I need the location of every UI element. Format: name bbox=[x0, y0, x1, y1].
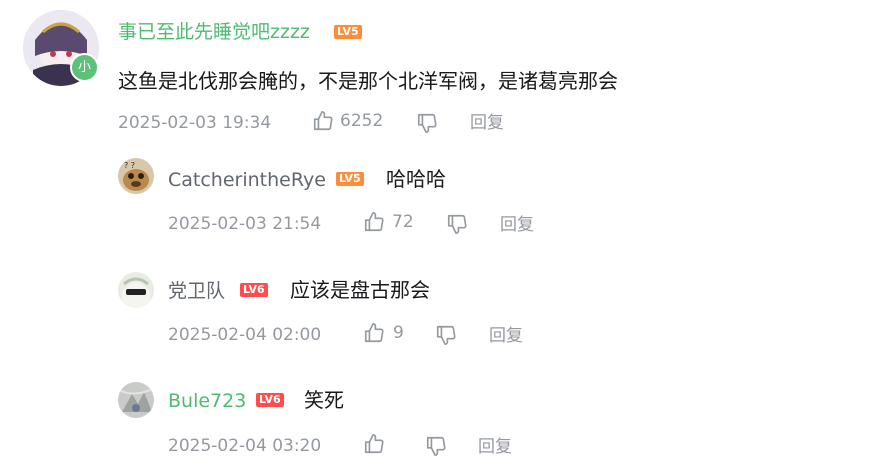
thumbs-up-icon[interactable] bbox=[363, 211, 385, 233]
avatar[interactable]: ? ? bbox=[118, 158, 154, 194]
thumbs-down-icon[interactable] bbox=[416, 112, 438, 134]
reply-content: 应该是盘古那会 bbox=[290, 278, 430, 302]
avatar[interactable] bbox=[118, 272, 154, 308]
avatar[interactable] bbox=[118, 382, 154, 418]
username[interactable]: 党卫队 bbox=[168, 279, 225, 303]
username[interactable]: Bule723 bbox=[168, 389, 246, 413]
comment-time: 2025-02-04 02:00 bbox=[168, 325, 322, 345]
reply-content: 笑死 bbox=[304, 388, 344, 412]
thumbs-down-icon[interactable] bbox=[446, 213, 468, 235]
reply-content: 哈哈哈 bbox=[386, 167, 446, 191]
vip-badge-text: 小 bbox=[77, 60, 91, 75]
reply-button[interactable]: 回复 bbox=[500, 214, 534, 236]
comment-time: 2025-02-04 03:20 bbox=[168, 436, 322, 456]
thumbs-up-icon[interactable] bbox=[363, 433, 385, 455]
thumbs-up-icon[interactable] bbox=[312, 110, 334, 132]
username[interactable]: CatcherintheRye bbox=[168, 168, 326, 192]
like-count: 72 bbox=[392, 212, 414, 232]
like-count: 9 bbox=[393, 323, 404, 343]
thumbs-down-icon[interactable] bbox=[425, 435, 447, 457]
level-badge: LV5 bbox=[336, 172, 364, 186]
reply-button[interactable]: 回复 bbox=[470, 112, 504, 134]
thumbs-up-icon[interactable] bbox=[363, 322, 385, 344]
level-badge: LV6 bbox=[256, 393, 284, 407]
thumbs-down-icon[interactable] bbox=[435, 324, 457, 346]
svg-text:? ?: ? ? bbox=[124, 161, 135, 170]
username[interactable]: 事已至此先睡觉吧zzzz bbox=[118, 20, 310, 44]
level-badge: LV5 bbox=[334, 25, 362, 39]
vip-badge: 小 bbox=[70, 53, 99, 82]
level-badge: LV6 bbox=[240, 283, 268, 297]
reply-button[interactable]: 回复 bbox=[478, 436, 512, 458]
comment-time: 2025-02-03 19:34 bbox=[118, 113, 272, 133]
reply-button[interactable]: 回复 bbox=[489, 325, 523, 347]
comment-content: 这鱼是北伐那会腌的，不是那个北洋军阀，是诸葛亮那会 bbox=[118, 69, 618, 93]
comment-time: 2025-02-03 21:54 bbox=[168, 214, 322, 234]
like-count: 6252 bbox=[340, 111, 384, 131]
